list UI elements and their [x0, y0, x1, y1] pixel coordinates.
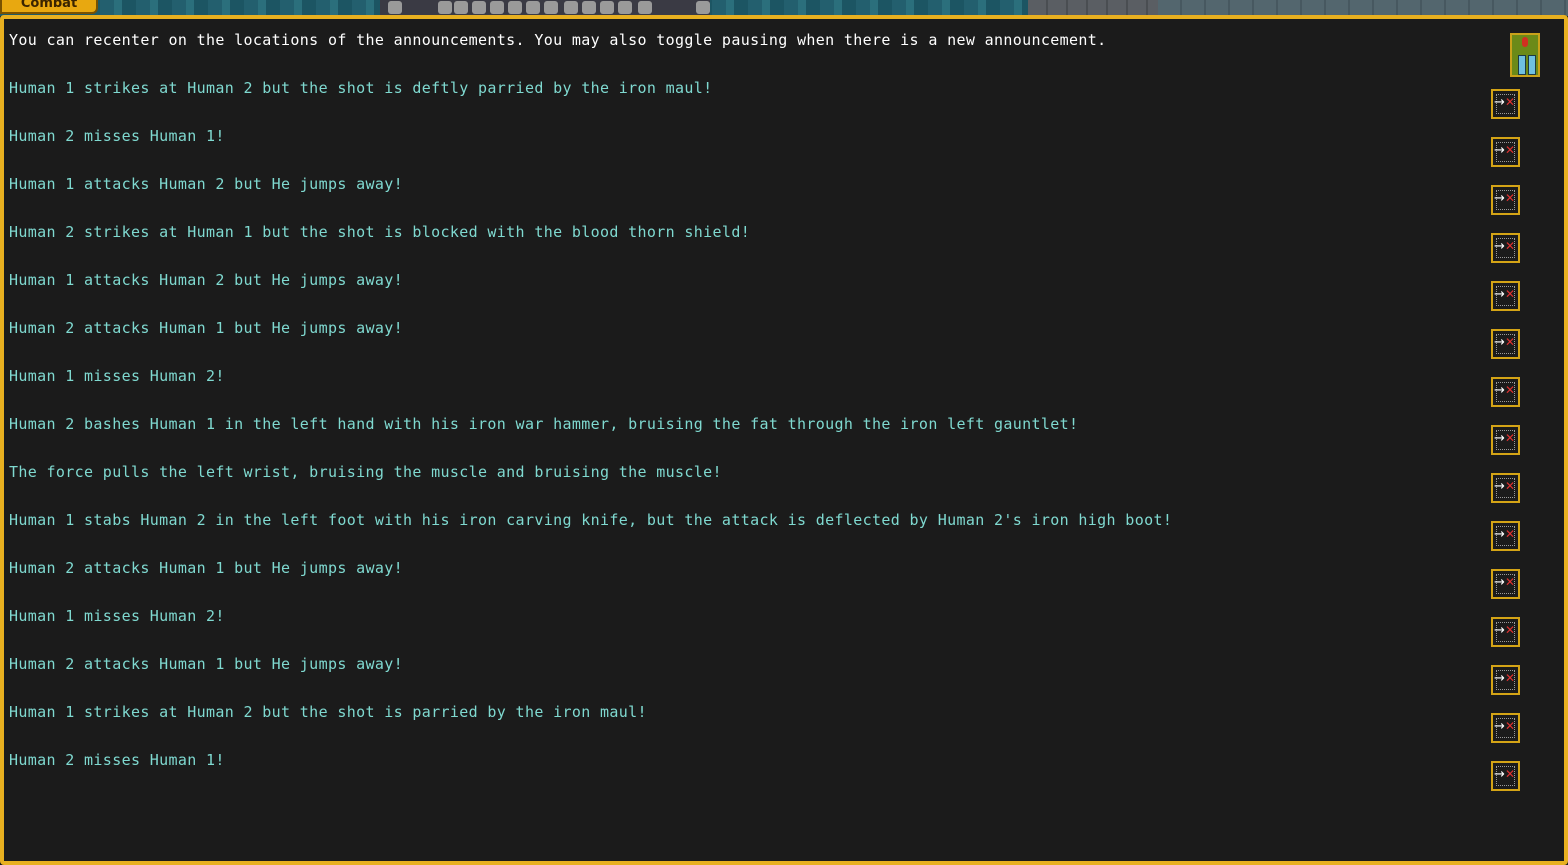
announcement-message: Human 1 misses Human 2!	[9, 367, 225, 385]
close-icon: ✕	[1505, 287, 1516, 301]
recenter-button[interactable]: → ✕	[1491, 281, 1520, 311]
pause-icon	[1528, 55, 1536, 75]
close-icon: ✕	[1505, 527, 1516, 541]
arrow-right-icon: →	[1494, 95, 1505, 110]
announcement-message: Human 2 attacks Human 1 but He jumps awa…	[9, 559, 403, 577]
recenter-button[interactable]: → ✕	[1491, 617, 1520, 647]
announcement-message: Human 1 attacks Human 2 but He jumps awa…	[9, 271, 403, 289]
arrow-right-icon: →	[1494, 479, 1505, 494]
recenter-button[interactable]: → ✕	[1491, 665, 1520, 695]
arrow-right-icon: →	[1494, 335, 1505, 350]
pause-toggle-button[interactable]	[1510, 33, 1540, 77]
recenter-button[interactable]: → ✕	[1491, 233, 1520, 263]
announcement-message: Human 2 misses Human 1!	[9, 751, 225, 769]
close-icon: ✕	[1505, 767, 1516, 781]
announcement-message: Human 2 attacks Human 1 but He jumps awa…	[9, 319, 403, 337]
announcement-message: Human 2 bashes Human 1 in the left hand …	[9, 415, 1079, 433]
arrow-right-icon: →	[1494, 431, 1505, 446]
arrow-right-icon: →	[1494, 575, 1505, 590]
arrow-right-icon: →	[1494, 671, 1505, 686]
arrow-right-icon: →	[1494, 287, 1505, 302]
arrow-right-icon: →	[1494, 239, 1505, 254]
announcement-message: Human 1 strikes at Human 2 but the shot …	[9, 79, 713, 97]
intro-text: You can recenter on the locations of the…	[9, 31, 1107, 49]
announcement-message: Human 1 attacks Human 2 but He jumps awa…	[9, 175, 403, 193]
announcement-message: Human 2 misses Human 1!	[9, 127, 225, 145]
arrow-right-icon: →	[1494, 383, 1505, 398]
arrow-right-icon: →	[1494, 767, 1505, 782]
recenter-button[interactable]: → ✕	[1491, 761, 1520, 791]
arrow-right-icon: →	[1494, 623, 1505, 638]
map-strip	[0, 0, 1568, 16]
arrow-right-icon: →	[1494, 527, 1505, 542]
alert-light-icon	[1522, 37, 1528, 47]
announcement-message: Human 1 strikes at Human 2 but the shot …	[9, 703, 647, 721]
close-icon: ✕	[1505, 191, 1516, 205]
stone-tiles	[380, 0, 710, 16]
recenter-button[interactable]: → ✕	[1491, 185, 1520, 215]
close-icon: ✕	[1505, 719, 1516, 733]
announcement-message: Human 2 strikes at Human 1 but the shot …	[9, 223, 751, 241]
announcement-message: Human 1 stabs Human 2 in the left foot w…	[9, 511, 1173, 529]
close-icon: ✕	[1505, 431, 1516, 445]
close-icon: ✕	[1505, 479, 1516, 493]
arrow-right-icon: →	[1494, 719, 1505, 734]
tab-combat[interactable]: Combat	[0, 0, 98, 14]
recenter-button[interactable]: → ✕	[1491, 329, 1520, 359]
announcement-message: The force pulls the left wrist, bruising…	[9, 463, 722, 481]
close-icon: ✕	[1505, 671, 1516, 685]
recenter-button[interactable]: → ✕	[1491, 89, 1520, 119]
close-icon: ✕	[1505, 335, 1516, 349]
recenter-button[interactable]: → ✕	[1491, 473, 1520, 503]
close-icon: ✕	[1505, 623, 1516, 637]
close-icon: ✕	[1505, 575, 1516, 589]
arrow-right-icon: →	[1494, 143, 1505, 158]
announcement-message: Human 1 misses Human 2!	[9, 607, 225, 625]
announcement-message: Human 2 attacks Human 1 but He jumps awa…	[9, 655, 403, 673]
recenter-button[interactable]: → ✕	[1491, 425, 1520, 455]
close-icon: ✕	[1505, 383, 1516, 397]
arrow-right-icon: →	[1494, 191, 1505, 206]
recenter-button[interactable]: → ✕	[1491, 377, 1520, 407]
wall-tiles	[1028, 0, 1158, 16]
announcements-panel	[0, 15, 1568, 865]
wall-tiles-2	[1158, 0, 1568, 16]
recenter-button[interactable]: → ✕	[1491, 137, 1520, 167]
pause-icon	[1518, 55, 1526, 75]
close-icon: ✕	[1505, 239, 1516, 253]
recenter-button[interactable]: → ✕	[1491, 521, 1520, 551]
recenter-button[interactable]: → ✕	[1491, 713, 1520, 743]
recenter-button[interactable]: → ✕	[1491, 569, 1520, 599]
close-icon: ✕	[1505, 143, 1516, 157]
close-icon: ✕	[1505, 95, 1516, 109]
